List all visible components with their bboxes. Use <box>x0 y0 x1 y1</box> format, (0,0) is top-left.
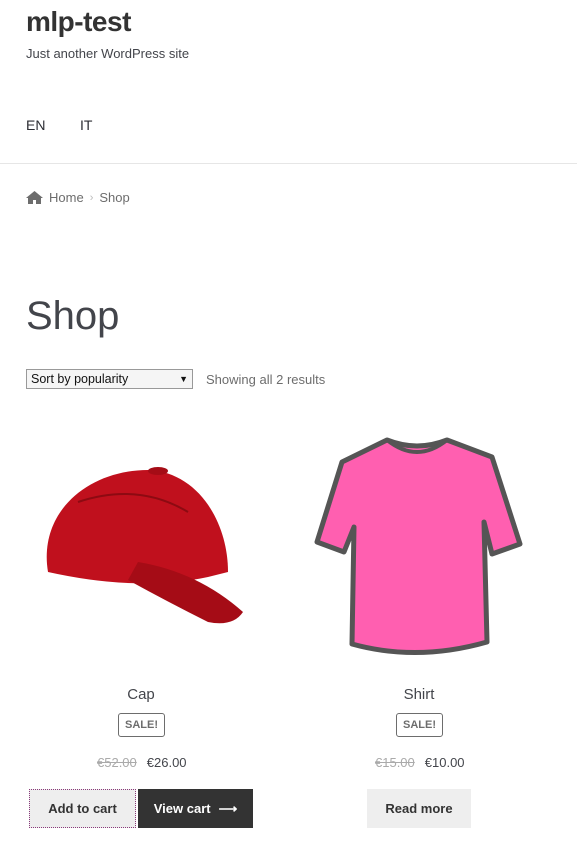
add-to-cart-button[interactable]: Add to cart <box>29 789 136 828</box>
sale-price: €10.00 <box>424 755 465 770</box>
page-title: Shop <box>26 294 120 338</box>
breadcrumb-current: Shop <box>99 190 130 205</box>
header-divider <box>0 163 577 164</box>
breadcrumb: Home › Shop <box>26 190 130 205</box>
sale-badge: SALE! <box>118 713 165 737</box>
sort-selected: Sort by popularity <box>31 372 129 386</box>
chevron-right-icon: › <box>89 191 94 204</box>
shirt-image[interactable] <box>312 432 524 660</box>
old-price: €52.00 <box>97 755 137 770</box>
read-more-button[interactable]: Read more <box>367 789 471 828</box>
dropdown-arrow-icon: ▼ <box>179 374 188 384</box>
breadcrumb-home[interactable]: Home <box>49 190 84 205</box>
product-name[interactable]: Shirt <box>304 686 534 703</box>
result-count: Showing all 2 results <box>206 372 326 387</box>
old-price: €15.00 <box>375 755 415 770</box>
language-en-link[interactable]: EN <box>26 117 45 133</box>
sale-price: €26.00 <box>146 755 187 770</box>
sale-badge: SALE! <box>396 713 443 737</box>
product-name[interactable]: Cap <box>26 686 256 703</box>
site-title[interactable]: mlp-test <box>26 6 131 38</box>
arrow-right-icon: ⟶ <box>218 800 238 816</box>
language-it-link[interactable]: IT <box>80 117 92 133</box>
view-cart-label: View cart <box>153 801 211 816</box>
product-price: €52.00 €26.00 <box>97 755 187 770</box>
product-price: €15.00 €10.00 <box>375 755 465 770</box>
site-tagline: Just another WordPress site <box>26 46 190 61</box>
sort-select[interactable]: Sort by popularity ▼ <box>26 369 193 389</box>
cap-image[interactable] <box>38 462 248 632</box>
home-icon <box>26 191 43 204</box>
view-cart-button[interactable]: View cart ⟶ <box>138 789 253 828</box>
